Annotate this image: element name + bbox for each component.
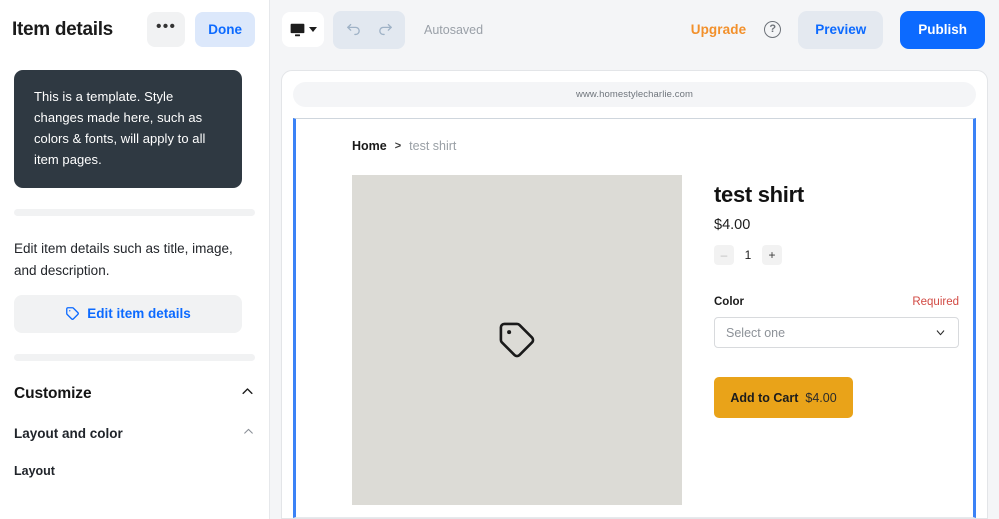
preview-button[interactable]: Preview — [798, 10, 884, 49]
site-page-canvas[interactable]: Home > test shirt test shirt $4.00 – 1 +… — [293, 118, 976, 518]
undo-arrow-icon — [345, 21, 362, 38]
browser-frame: www.homestylecharlie.com Home > test shi… — [281, 70, 988, 519]
breadcrumb-separator: > — [394, 140, 402, 152]
item-details-sidebar: Item details ••• Done This is a template… — [0, 0, 270, 519]
chevron-up-small-icon — [242, 425, 255, 443]
redo-arrow-icon — [377, 21, 394, 38]
publish-button[interactable]: Publish — [900, 10, 985, 49]
sidebar-divider-1 — [14, 209, 255, 217]
accordion-layout-and-color-label: Layout and color — [14, 426, 123, 442]
item-details-description: Edit item details such as title, image, … — [14, 241, 233, 278]
chevron-down-icon — [934, 326, 947, 339]
url-bar[interactable]: www.homestylecharlie.com — [293, 82, 976, 107]
product-price: $4.00 — [714, 217, 751, 233]
done-button[interactable]: Done — [195, 12, 255, 47]
undo-button[interactable] — [340, 17, 366, 43]
breadcrumb-current: test shirt — [409, 139, 457, 153]
price-tag-icon — [496, 319, 538, 361]
more-options-button[interactable]: ••• — [147, 12, 186, 47]
sidebar-divider-2 — [14, 353, 255, 361]
editor-toolbar: Autosaved Upgrade ? Preview Publish — [270, 0, 999, 59]
sidebar-header: Item details ••• Done — [0, 0, 269, 59]
add-to-cart-button[interactable]: Add to Cart $4.00 — [714, 377, 853, 418]
color-option-label: Color — [714, 296, 745, 308]
desktop-monitor-icon — [290, 23, 305, 37]
quantity-stepper: – 1 + — [714, 245, 959, 265]
color-required-badge: Required — [912, 296, 959, 308]
chevron-up-icon — [240, 384, 255, 404]
price-tag-icon — [65, 306, 80, 321]
accordion-customize[interactable]: Customize — [14, 361, 255, 404]
color-select[interactable]: Select one — [714, 317, 959, 348]
page-title: Item details — [12, 18, 113, 40]
accordion-customize-label: Customize — [14, 384, 92, 402]
quantity-increment-button[interactable]: + — [762, 245, 782, 265]
editor-main: Autosaved Upgrade ? Preview Publish www.… — [270, 0, 999, 519]
color-option-header: Color Required — [714, 296, 959, 308]
product-title: test shirt — [714, 182, 804, 207]
breadcrumb-home[interactable]: Home — [352, 139, 387, 153]
help-icon[interactable]: ? — [764, 21, 782, 38]
quantity-decrement-button[interactable]: – — [714, 245, 734, 265]
product-info: test shirt $4.00 – 1 + Color Required Se… — [714, 175, 959, 505]
layout-field-label: Layout — [14, 463, 55, 478]
color-select-value: Select one — [726, 325, 786, 340]
quantity-value: 1 — [744, 248, 752, 262]
undo-redo-group — [333, 10, 405, 49]
autosave-status: Autosaved — [424, 22, 484, 37]
add-to-cart-label: Add to Cart — [730, 390, 799, 405]
breadcrumb: Home > test shirt — [296, 119, 973, 153]
sidebar-body: This is a template. Style changes made h… — [0, 70, 269, 478]
preview-wrapper: www.homestylecharlie.com Home > test shi… — [270, 59, 999, 519]
upgrade-link[interactable]: Upgrade — [691, 22, 746, 37]
template-notice-callout: This is a template. Style changes made h… — [14, 70, 242, 189]
product-image-placeholder[interactable] — [352, 175, 682, 505]
chevron-down-icon — [308, 27, 317, 32]
accordion-layout-and-color[interactable]: Layout and color — [14, 404, 255, 443]
device-selector[interactable] — [282, 12, 324, 47]
edit-item-details-label: Edit item details — [87, 306, 191, 322]
redo-button[interactable] — [372, 17, 398, 43]
app-root: Item details ••• Done This is a template… — [0, 0, 999, 519]
edit-item-details-button[interactable]: Edit item details — [14, 294, 242, 333]
add-to-cart-price: $4.00 — [805, 390, 837, 405]
product-section: test shirt $4.00 – 1 + Color Required Se… — [296, 153, 973, 505]
